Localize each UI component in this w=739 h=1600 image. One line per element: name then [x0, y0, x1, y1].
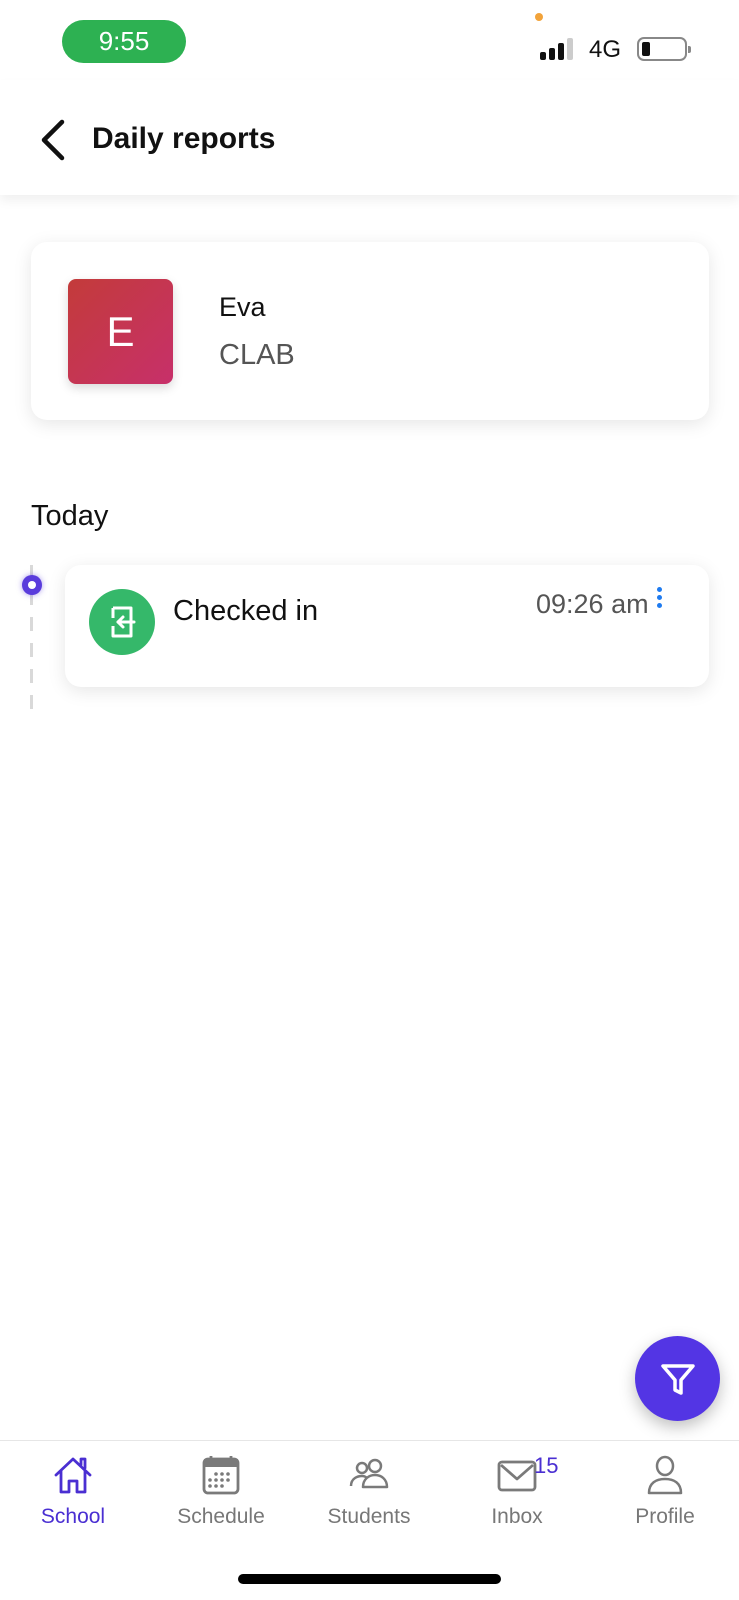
avatar: E	[68, 279, 173, 384]
status-time: 9:55	[62, 20, 186, 63]
chevron-left-icon[interactable]	[36, 118, 76, 162]
battery-icon	[637, 37, 691, 61]
tab-students[interactable]: Students	[304, 1453, 434, 1543]
tab-inbox[interactable]: 15 Inbox	[452, 1453, 582, 1543]
check-in-icon	[89, 589, 155, 655]
tab-label: Inbox	[491, 1505, 543, 1528]
student-class: CLAB	[219, 339, 295, 371]
tab-label: Students	[327, 1505, 411, 1528]
timeline-event-card[interactable]: Checked in 09:26 am	[65, 565, 709, 687]
privacy-indicator-dot	[535, 13, 543, 21]
event-label: Checked in	[173, 595, 319, 627]
status-bar: 9:55 4G	[0, 0, 739, 80]
tab-schedule[interactable]: Schedule	[156, 1453, 286, 1543]
network-type: 4G	[589, 36, 622, 63]
event-time: 09:26 am	[536, 589, 649, 619]
inbox-badge: 15	[534, 1453, 559, 1478]
tab-label: Schedule	[177, 1505, 265, 1528]
timeline-dot	[22, 575, 42, 595]
tab-label: Profile	[635, 1505, 695, 1528]
signal-icon	[540, 38, 573, 60]
user-icon	[647, 1455, 683, 1495]
tab-label: School	[40, 1505, 106, 1528]
more-vertical-icon[interactable]	[654, 587, 664, 617]
section-label-today: Today	[31, 500, 109, 532]
mail-icon	[497, 1460, 537, 1492]
filter-button[interactable]	[635, 1336, 720, 1421]
calendar-icon	[202, 1456, 240, 1495]
app-header: Daily reports	[0, 80, 739, 195]
student-name: Eva	[219, 292, 266, 322]
users-icon	[349, 1458, 389, 1489]
student-card[interactable]: E Eva CLAB	[31, 242, 709, 420]
home-indicator	[238, 1574, 501, 1584]
tab-profile[interactable]: Profile	[600, 1453, 730, 1543]
home-icon	[54, 1457, 92, 1494]
filter-icon	[660, 1363, 695, 1395]
tab-school[interactable]: School	[8, 1453, 138, 1543]
page-title: Daily reports	[92, 122, 276, 155]
